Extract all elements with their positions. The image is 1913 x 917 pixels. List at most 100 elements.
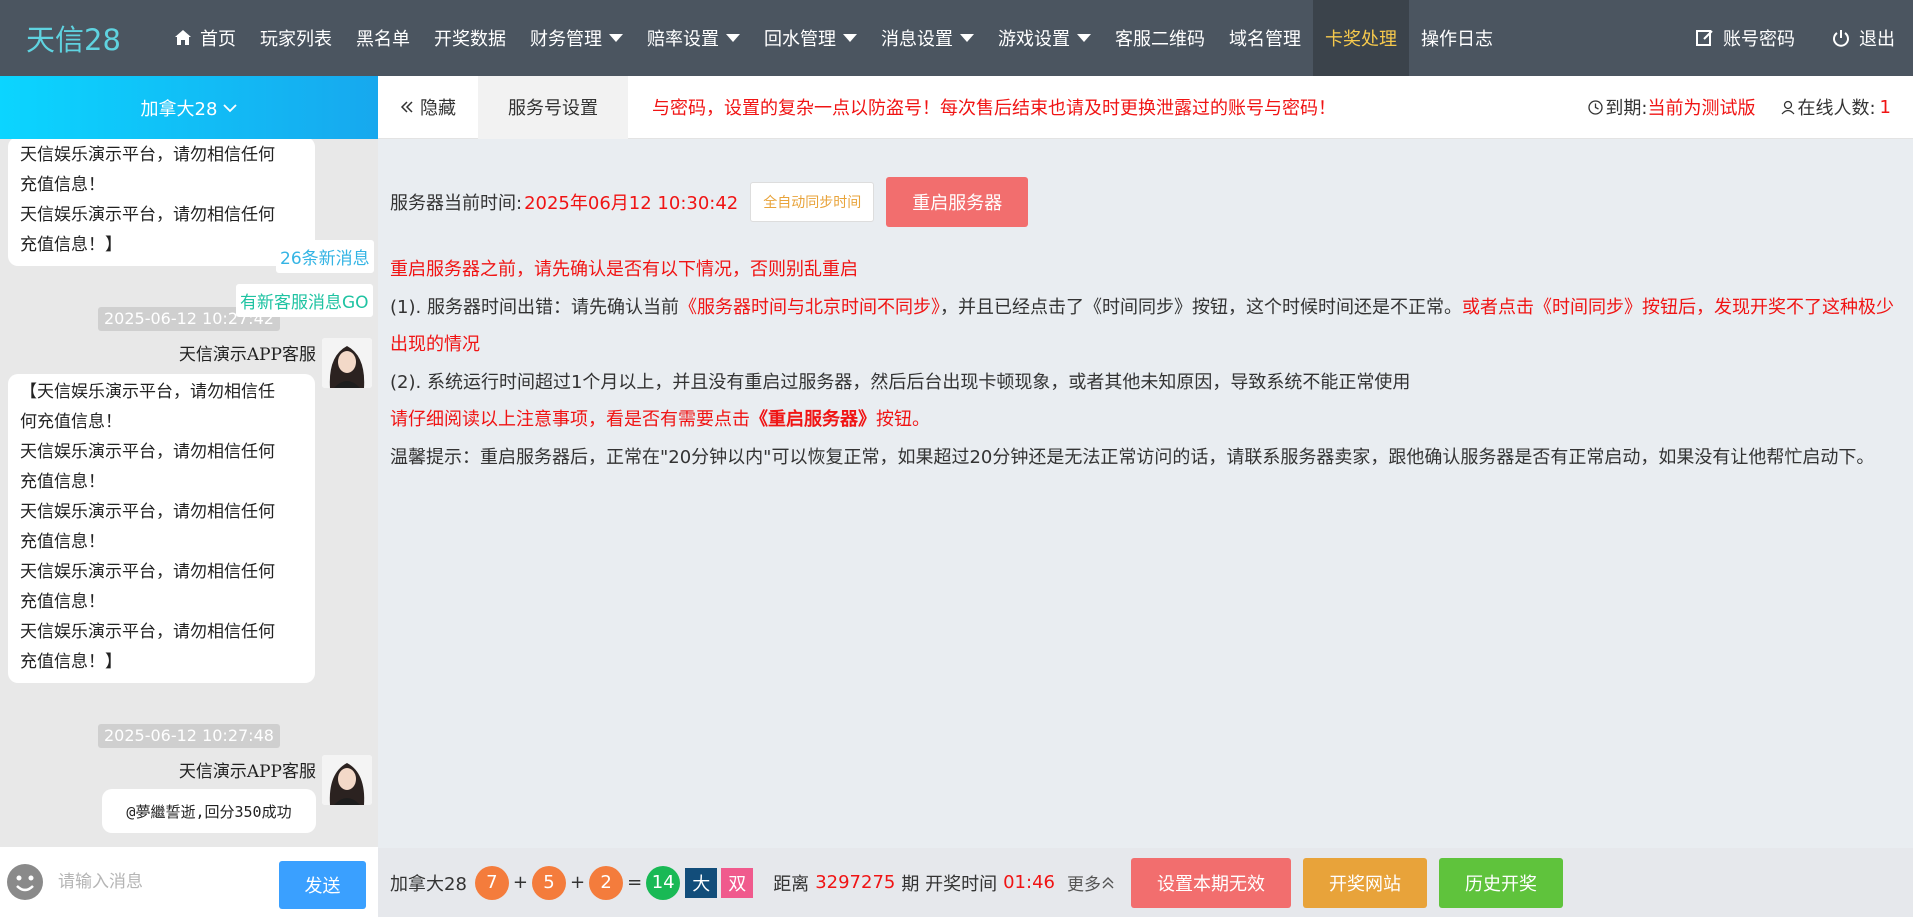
- nav-stuck-lottery[interactable]: 卡奖处理: [1313, 0, 1409, 76]
- plus-sign: +: [570, 872, 586, 893]
- nav-rebate[interactable]: 回水管理: [752, 0, 869, 76]
- caret-down-icon: [1077, 34, 1091, 42]
- message-timestamp: 2025-06-12 10:27:48: [98, 724, 280, 748]
- sub-bar: 隐藏 服务号设置 与密码，设置的复杂一点以防盗号！每次售后结束也请及时更换泄露过…: [378, 75, 1913, 139]
- caret-down-icon: [960, 34, 974, 42]
- double-chevron-left-icon: [400, 101, 413, 113]
- lottery-website-button[interactable]: 开奖网站: [1302, 857, 1427, 908]
- app-logo[interactable]: 天信28: [0, 17, 162, 59]
- nav-game[interactable]: 游戏设置: [986, 0, 1103, 76]
- even-tag: 双: [721, 867, 754, 898]
- nav-blacklist[interactable]: 黑名单: [344, 0, 422, 76]
- home-icon: [175, 30, 191, 45]
- logout-label: 退出: [1859, 29, 1895, 50]
- online-label: 在线人数:: [1797, 98, 1876, 119]
- nav-right: 账号密码 退出: [1677, 0, 1913, 76]
- nav-home[interactable]: 首页: [162, 0, 248, 76]
- note-3: 请仔细阅读以上注意事项，看是否有需要点击《重启服务器》按钮。: [390, 401, 1900, 439]
- double-chevron-up-icon: [1102, 876, 1114, 888]
- note-tip: 温馨提示：重启服务器后，正常在"20分钟以内"可以恢复正常，如果超过20分钟还是…: [390, 446, 1875, 468]
- server-time-row: 服务器当前时间: 2025年06月12 10:30:42 全自动同步时间 重启服…: [390, 177, 1029, 227]
- region-selector[interactable]: 加拿大28: [0, 76, 378, 139]
- new-messages-badge[interactable]: 26条新消息: [276, 240, 374, 273]
- avatar-image: [322, 338, 372, 388]
- nav-log[interactable]: 操作日志: [1409, 0, 1505, 76]
- nav-players[interactable]: 玩家列表: [248, 0, 344, 76]
- chat-bubble-text: @夢繼誓逝,回分350成功: [102, 789, 316, 833]
- emoji-icon[interactable]: [6, 863, 44, 901]
- server-time-label: 服务器当前时间:: [390, 193, 523, 214]
- chat-line: 充值信息！: [20, 592, 105, 612]
- result-ball: 7: [474, 865, 509, 900]
- chat-line: 天信娱乐演示平台，请勿相信任何: [20, 562, 275, 582]
- caret-down-icon: [726, 34, 740, 42]
- chat-bubble: 【天信娱乐演示平台，请勿相信任 何充值信息！ 天信娱乐演示平台，请勿相信任何 充…: [8, 374, 315, 683]
- note-3-c: 按钮。: [876, 409, 930, 430]
- chat-line: 充值信息！: [20, 175, 105, 195]
- power-icon: [1833, 30, 1849, 47]
- hide-label: 隐藏: [420, 98, 456, 119]
- more-label: 更多: [1066, 875, 1101, 895]
- account-password-link[interactable]: 账号密码: [1677, 0, 1813, 76]
- restart-notes: 重启服务器之前，请先确认是否有以下情况，否则别乱重启 (1). 服务器时间出错：…: [390, 251, 1900, 476]
- note-1: (1). 服务器时间出错：请先确认当前《服务器时间与北京时间不同步》，并且已经点…: [390, 289, 1900, 364]
- nav-finance[interactable]: 财务管理: [518, 0, 635, 76]
- chat-input-bar: 发送: [0, 847, 378, 917]
- avatar: [322, 755, 372, 805]
- sender-name: 天信演示APP客服: [178, 762, 316, 782]
- big-tag: 大: [685, 867, 718, 898]
- result-sum-ball: 14: [646, 865, 681, 900]
- nav-domain[interactable]: 域名管理: [1217, 0, 1313, 76]
- equals-sign: =: [627, 872, 643, 893]
- server-time-value: 2025年06月12 10:30:42: [524, 193, 739, 214]
- countdown: 01:46: [1003, 872, 1055, 893]
- clock-icon: [1588, 99, 1604, 115]
- distance-label: 距离: [773, 873, 810, 895]
- plus-sign: +: [512, 872, 528, 893]
- hide-panel-button[interactable]: 隐藏: [378, 94, 478, 120]
- chat-line: 天信娱乐演示平台，请勿相信任何: [20, 622, 275, 642]
- chat-bubble: 天信娱乐演示平台，请勿相信任何 充值信息！ 天信娱乐演示平台，请勿相信任何 充值…: [8, 139, 315, 266]
- result-ball: 2: [589, 865, 624, 900]
- nav-qrcode[interactable]: 客服二维码: [1103, 0, 1217, 76]
- caret-down-icon: [609, 34, 623, 42]
- auto-sync-time-button[interactable]: 全自动同步时间: [750, 182, 875, 222]
- expire-label: 到期:: [1605, 98, 1648, 119]
- period-number: 3297275: [815, 872, 896, 893]
- tab-service-settings[interactable]: 服务号设置: [478, 75, 628, 139]
- region-label: 加拿大28: [140, 98, 218, 120]
- note-3-b: 《重启服务器》: [750, 409, 876, 430]
- chat-line: 天信娱乐演示平台，请勿相信任何: [20, 502, 275, 522]
- avatar: [322, 338, 372, 388]
- note-1-c: ，并且已经点击了《时间同步》按钮，这个时候时间还是不正常。: [939, 296, 1462, 318]
- account-password-label: 账号密码: [1723, 29, 1795, 50]
- nav-finance-label: 财务管理: [530, 29, 602, 50]
- chat-line: 天信娱乐演示平台，请勿相信任何: [20, 205, 275, 225]
- history-lottery-button[interactable]: 历史开奖: [1438, 857, 1563, 908]
- new-service-message-link[interactable]: 有新客服消息GO: [236, 284, 373, 317]
- nav-messages[interactable]: 消息设置: [869, 0, 986, 76]
- marquee-notice: 与密码，设置的复杂一点以防盗号！每次售后结束也请及时更换泄露过的账号与密码！: [652, 98, 1336, 119]
- chat-line: 充值信息！】: [20, 235, 122, 255]
- online-count: 1: [1879, 96, 1891, 118]
- nav-menu: 首页 玩家列表 黑名单 开奖数据 财务管理 赔率设置 回水管理 消息设置 游戏设…: [162, 0, 1505, 76]
- chevron-down-icon: [223, 103, 238, 112]
- chat-input[interactable]: [58, 872, 258, 892]
- avatar-image: [322, 755, 372, 805]
- note-1-b: 《服务器时间与北京时间不同步》: [678, 296, 940, 318]
- caret-down-icon: [843, 34, 857, 42]
- set-period-invalid-button[interactable]: 设置本期无效: [1130, 857, 1291, 908]
- restart-server-button[interactable]: 重启服务器: [886, 177, 1029, 227]
- chat-panel: 加拿大28 天信娱乐演示平台，请勿相信任何 充值信息！ 天信娱乐演示平台，请勿相…: [0, 76, 378, 917]
- logout-link[interactable]: 退出: [1813, 0, 1913, 76]
- nav-odds[interactable]: 赔率设置: [635, 0, 752, 76]
- more-link[interactable]: 更多: [1067, 870, 1115, 895]
- bottom-bar: 加拿大28 7 + 5 + 2 = 14 大 双 距离 3297275 期 开奖…: [378, 848, 1913, 917]
- nav-messages-label: 消息设置: [881, 29, 953, 50]
- nav-lottery-data[interactable]: 开奖数据: [422, 0, 518, 76]
- bottom-region: 加拿大28: [390, 873, 467, 895]
- nav-home-label: 首页: [200, 29, 236, 50]
- send-button[interactable]: 发送: [279, 861, 366, 909]
- period-label: 期 开奖时间: [901, 873, 998, 895]
- nav-game-label: 游戏设置: [998, 29, 1070, 50]
